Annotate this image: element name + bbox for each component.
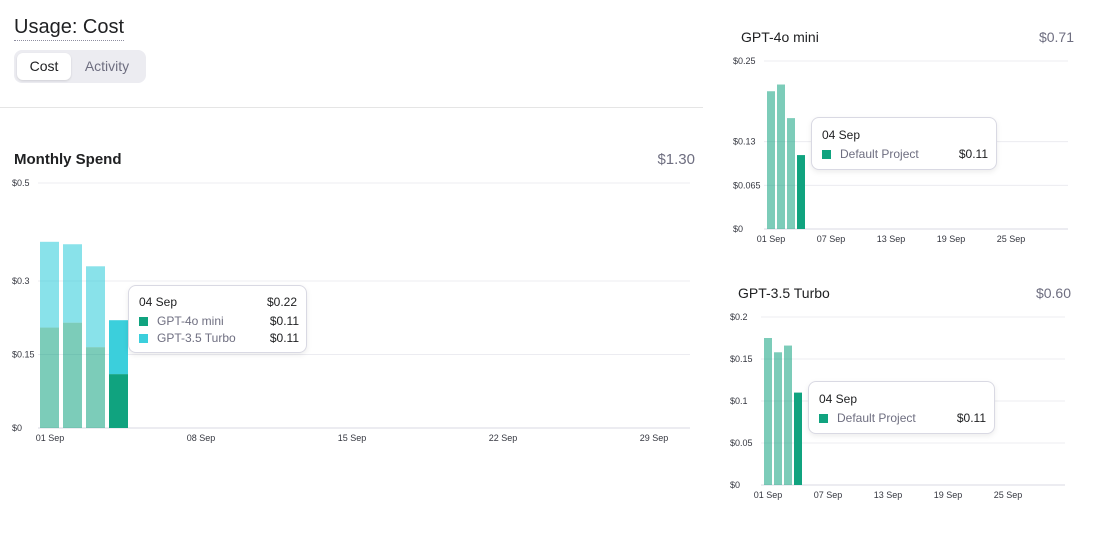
y-tick-label: $0.1: [730, 396, 748, 406]
x-tick-label: 01 Sep: [754, 490, 783, 500]
y-tick-label: $0.05: [730, 438, 753, 448]
y-tick-label: $0.15: [730, 354, 753, 364]
x-tick-label: 19 Sep: [934, 490, 963, 500]
legend-swatch: [819, 414, 828, 423]
x-tick-label: 13 Sep: [874, 490, 903, 500]
gpt35-turbo-chart: $0 $0.05 $0.1 $0.15 $0.2 01 Sep 07 Sep 13 Sep 19…: [730, 312, 1065, 500]
y-tick-label: $0.2: [730, 312, 748, 322]
tooltip-row-value: $0.11: [956, 411, 986, 425]
tooltip-date: 04 Sep: [819, 392, 858, 406]
gpt35-turbo-tooltip: 04 Sep Default Project $0.11: [808, 381, 995, 434]
bar: [764, 338, 772, 485]
bar: [774, 352, 782, 485]
x-tick-label: 25 Sep: [994, 490, 1023, 500]
bar: [794, 392, 802, 485]
tooltip-row-label: Default Project: [837, 411, 916, 425]
tooltip-row: Default Project $0.11: [819, 410, 986, 426]
x-tick-label: 07 Sep: [814, 490, 843, 500]
bar: [784, 345, 792, 485]
y-tick-label: $0: [730, 480, 740, 490]
